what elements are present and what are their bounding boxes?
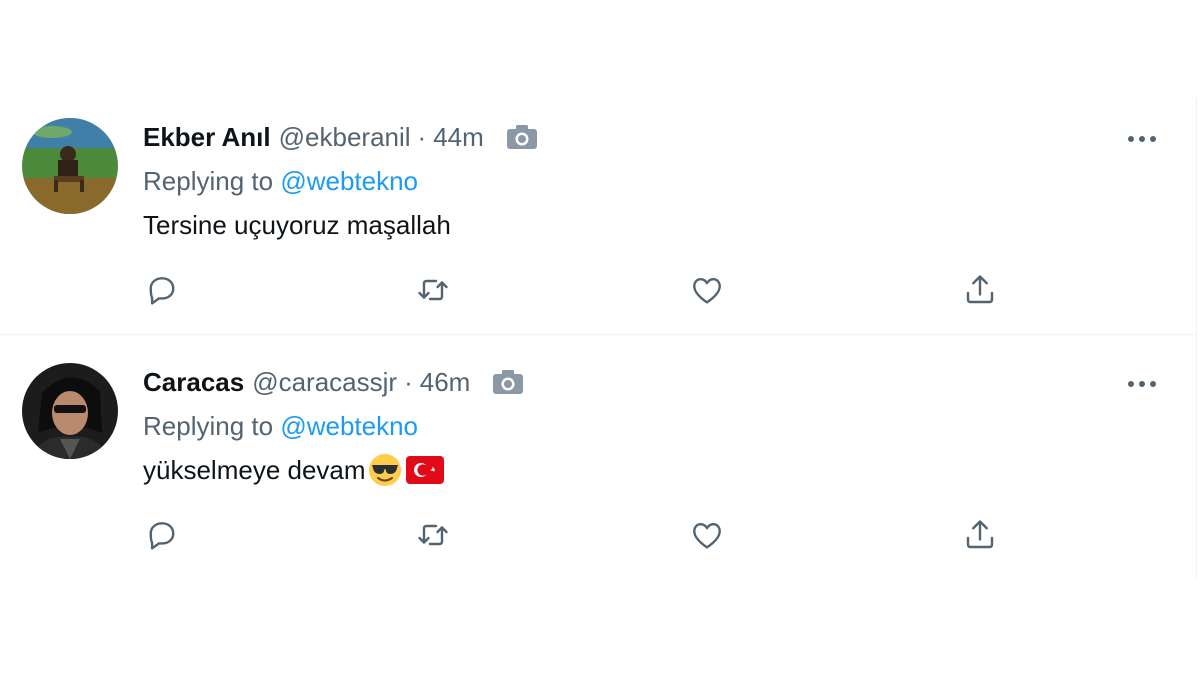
tweet-text-content: yükselmeye devam: [143, 455, 366, 485]
tweet-text: Tersine uçuyoruz maşallah: [143, 208, 451, 242]
retweet-icon[interactable]: [413, 270, 453, 310]
separator-dot: ·: [404, 367, 413, 397]
like-icon[interactable]: [687, 270, 727, 310]
more-options-icon[interactable]: [1122, 369, 1162, 399]
replying-to: Replying to @webtekno: [143, 409, 418, 443]
replying-prefix: Replying to: [143, 411, 281, 441]
avatar[interactable]: [22, 363, 118, 459]
tweet[interactable]: Caracas @caracassjr · 46m Replying to @w…: [0, 343, 1196, 579]
turkey-flag-emoji: [405, 456, 444, 484]
tweet-header: Caracas @caracassjr · 46m: [143, 365, 524, 399]
timestamp[interactable]: 44m: [433, 120, 484, 154]
reply-icon[interactable]: [142, 270, 182, 310]
user-handle[interactable]: @caracassjr: [252, 365, 397, 399]
mention-link[interactable]: @webtekno: [280, 166, 418, 196]
user-handle[interactable]: @ekberanil: [279, 120, 411, 154]
share-icon[interactable]: [960, 515, 1000, 555]
like-icon[interactable]: [687, 515, 727, 555]
sunglasses-face-emoji: [368, 453, 402, 487]
replying-prefix: Replying to: [143, 166, 281, 196]
share-icon[interactable]: [960, 270, 1000, 310]
retweet-icon[interactable]: [413, 515, 453, 555]
tweet-text-content: Tersine uçuyoruz maşallah: [143, 210, 451, 240]
display-name[interactable]: Ekber Anıl: [143, 120, 271, 154]
camera-icon: [492, 369, 524, 395]
separator-dot: ·: [417, 122, 427, 152]
more-options-icon[interactable]: [1122, 124, 1162, 154]
tweet[interactable]: Ekber Anıl @ekberanil · 44m Replying to: [0, 98, 1196, 335]
timestamp[interactable]: 46m: [420, 365, 471, 399]
reply-icon[interactable]: [142, 515, 182, 555]
replying-to: Replying to @webtekno: [143, 164, 418, 198]
replies-timeline: Ekber Anıl @ekberanil · 44m Replying to: [0, 98, 1197, 578]
avatar[interactable]: [22, 118, 118, 214]
mention-link[interactable]: @webtekno: [280, 411, 418, 441]
tweet-text: yükselmeye devam: [143, 453, 444, 487]
camera-icon: [506, 124, 538, 150]
display-name[interactable]: Caracas: [143, 365, 244, 399]
tweet-header: Ekber Anıl @ekberanil · 44m: [143, 120, 538, 154]
